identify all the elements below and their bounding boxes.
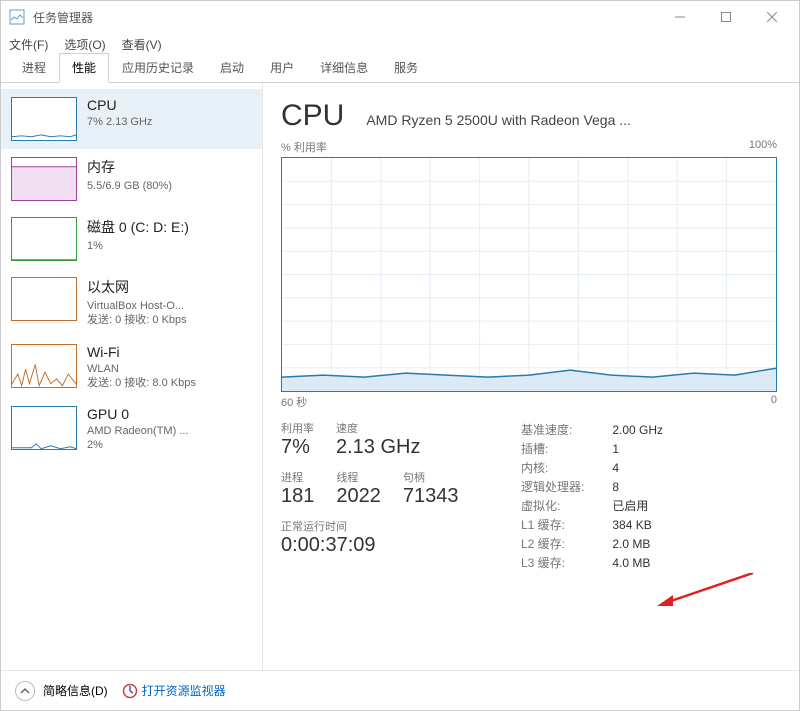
sidebar-item-label: GPU 0 [87, 406, 252, 422]
sidebar-item-label: 磁盘 0 (C: D: E:) [87, 217, 252, 237]
sidebar-item-sub2: 发送: 0 接收: 8.0 Kbps [87, 376, 252, 390]
base-speed-value: 2.00 GHz [612, 420, 663, 439]
gpu-thumbnail [11, 406, 77, 450]
cpu-model: AMD Ryzen 5 2500U with Radeon Vega ... [366, 112, 777, 128]
uptime-value: 0:00:37:09 [281, 534, 376, 557]
chevron-up-icon [20, 686, 30, 696]
sidebar-item-gpu[interactable]: GPU 0 AMD Radeon(TM) ... 2% [1, 398, 262, 461]
tab-app-history[interactable]: 应用历史记录 [109, 53, 207, 82]
menu-view[interactable]: 查看(V) [122, 36, 162, 53]
sidebar-item-label: CPU [87, 97, 252, 113]
sidebar-item-sub2: 2% [87, 438, 252, 452]
maximize-button[interactable] [703, 1, 749, 33]
virtualization-label: 虚拟化: [521, 496, 612, 515]
open-resource-monitor-link[interactable]: 打开资源监视器 [122, 682, 226, 699]
sidebar-item-sub: 1% [87, 239, 252, 253]
l2-cache-value: 2.0 MB [612, 534, 663, 553]
tab-performance[interactable]: 性能 [59, 53, 109, 83]
menubar: 文件(F) 选项(O) 查看(V) [1, 33, 799, 55]
cpu-info-table: 基准速度:2.00 GHz 插槽:1 内核:4 逻辑处理器:8 虚拟化:已启用 … [521, 420, 663, 572]
graph-label-top-right: 100% [749, 139, 777, 155]
sidebar-item-disk[interactable]: 磁盘 0 (C: D: E:) 1% [1, 209, 262, 269]
window-title: 任务管理器 [33, 9, 657, 26]
sidebar-item-label: 内存 [87, 157, 252, 177]
handles-label: 句柄 [403, 469, 459, 485]
cpu-stats: 利用率 7% 速度 2.13 GHz 进程 181 [281, 420, 777, 572]
menu-file[interactable]: 文件(F) [9, 36, 48, 53]
sidebar-item-sub: 7% 2.13 GHz [87, 115, 252, 129]
virtualization-value: 已启用 [612, 496, 663, 515]
tab-services[interactable]: 服务 [381, 53, 431, 82]
minimize-button[interactable] [657, 1, 703, 33]
cores-value: 4 [612, 458, 663, 477]
sidebar-item-ethernet[interactable]: 以太网 VirtualBox Host-O... 发送: 0 接收: 0 Kbp… [1, 269, 262, 336]
performance-sidebar: CPU 7% 2.13 GHz 内存 5.5/6.9 GB (80%) [1, 83, 263, 670]
sidebar-item-sub: AMD Radeon(TM) ... [87, 424, 252, 438]
sockets-label: 插槽: [521, 439, 612, 458]
sidebar-item-sub: 5.5/6.9 GB (80%) [87, 179, 252, 193]
task-manager-window: 任务管理器 文件(F) 选项(O) 查看(V) 进程 性能 应用历史记录 启动 … [0, 0, 800, 711]
tab-processes[interactable]: 进程 [9, 53, 59, 82]
sidebar-item-label: 以太网 [87, 277, 252, 297]
wifi-thumbnail [11, 344, 77, 388]
utilization-label: 利用率 [281, 420, 314, 436]
graph-label-bottom-right: 0 [771, 394, 777, 410]
tab-strip: 进程 性能 应用历史记录 启动 用户 详细信息 服务 [1, 55, 799, 83]
logical-processors-label: 逻辑处理器: [521, 477, 612, 496]
memory-thumbnail [11, 157, 77, 201]
l3-cache-value: 4.0 MB [612, 553, 663, 572]
speed-label: 速度 [336, 420, 420, 436]
window-controls [657, 1, 795, 33]
sockets-value: 1 [612, 439, 663, 458]
cpu-utilization-graph[interactable] [281, 157, 777, 392]
cpu-detail-pane: CPU AMD Ryzen 5 2500U with Radeon Vega .… [263, 83, 799, 670]
handles-value: 71343 [403, 485, 459, 508]
processes-label: 进程 [281, 469, 314, 485]
utilization-value: 7% [281, 436, 314, 459]
base-speed-label: 基准速度: [521, 420, 612, 439]
sidebar-item-cpu[interactable]: CPU 7% 2.13 GHz [1, 89, 262, 149]
tab-details[interactable]: 详细信息 [307, 53, 381, 82]
menu-options[interactable]: 选项(O) [64, 36, 105, 53]
logical-processors-value: 8 [612, 477, 663, 496]
threads-label: 线程 [336, 469, 381, 485]
sidebar-item-sub: WLAN [87, 362, 252, 376]
app-icon [9, 9, 25, 25]
ethernet-thumbnail [11, 277, 77, 321]
titlebar: 任务管理器 [1, 1, 799, 33]
speed-value: 2.13 GHz [336, 436, 420, 459]
bottom-bar: 简略信息(D) 打开资源监视器 [1, 670, 799, 710]
detail-heading: CPU [281, 99, 344, 133]
main-area: CPU 7% 2.13 GHz 内存 5.5/6.9 GB (80%) [1, 83, 799, 670]
graph-label-top-left: % 利用率 [281, 139, 327, 155]
annotation-arrow-icon [653, 573, 763, 613]
sidebar-item-label: Wi-Fi [87, 344, 252, 360]
close-button[interactable] [749, 1, 795, 33]
sidebar-item-sub: VirtualBox Host-O... [87, 299, 252, 313]
l1-cache-label: L1 缓存: [521, 515, 612, 534]
disk-thumbnail [11, 217, 77, 261]
sidebar-item-memory[interactable]: 内存 5.5/6.9 GB (80%) [1, 149, 262, 209]
l2-cache-label: L2 缓存: [521, 534, 612, 553]
threads-value: 2022 [336, 485, 381, 508]
cores-label: 内核: [521, 458, 612, 477]
tab-startup[interactable]: 启动 [207, 53, 257, 82]
cpu-thumbnail [11, 97, 77, 141]
sidebar-item-sub2: 发送: 0 接收: 0 Kbps [87, 313, 252, 327]
uptime-label: 正常运行时间 [281, 518, 376, 534]
fewer-details-label[interactable]: 简略信息(D) [43, 682, 108, 699]
resource-monitor-icon [122, 683, 138, 699]
processes-value: 181 [281, 485, 314, 508]
graph-label-bottom-left: 60 秒 [281, 394, 307, 410]
fewer-details-button[interactable] [15, 681, 35, 701]
l3-cache-label: L3 缓存: [521, 553, 612, 572]
sidebar-item-wifi[interactable]: Wi-Fi WLAN 发送: 0 接收: 8.0 Kbps [1, 336, 262, 399]
tab-users[interactable]: 用户 [257, 53, 307, 82]
l1-cache-value: 384 KB [612, 515, 663, 534]
